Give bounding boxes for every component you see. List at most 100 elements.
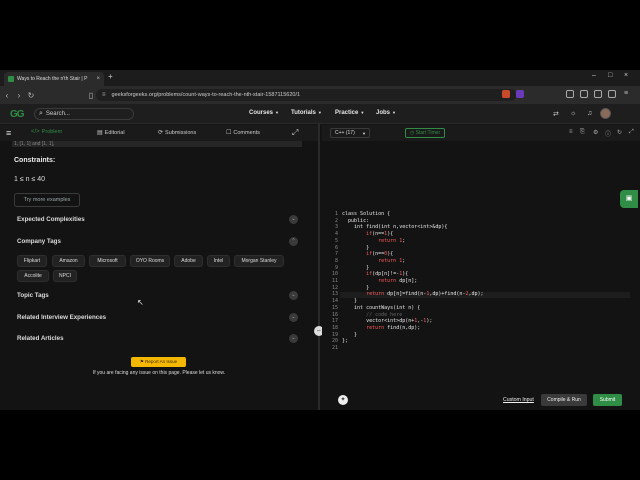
brave-shield-icon[interactable] xyxy=(502,90,510,98)
line-number: 20 xyxy=(331,338,338,345)
chevron-up-icon[interactable]: ⌃ xyxy=(289,237,298,246)
nav-courses[interactable]: Courses ▼ xyxy=(249,110,279,116)
search-icon: ⌕ xyxy=(39,110,43,117)
company-tag[interactable]: Flipkart xyxy=(17,255,47,267)
menu-icon[interactable]: ≡ xyxy=(624,90,632,98)
back-icon[interactable]: ‹ xyxy=(2,91,12,100)
tab-comments-label: Comments xyxy=(233,129,260,136)
line-number: 2 xyxy=(334,217,338,224)
tab-problem[interactable]: </> Problem xyxy=(31,129,62,135)
tab-title: Ways to Reach the n'th Stair | P xyxy=(17,76,88,82)
section-company-tags[interactable]: Company Tags xyxy=(17,238,61,245)
avatar[interactable] xyxy=(600,108,611,119)
forward-icon[interactable]: › xyxy=(14,91,24,100)
chevron-down-icon[interactable]: ⌄ xyxy=(289,334,298,343)
extensions-icon[interactable] xyxy=(566,90,574,98)
company-tag[interactable]: Adobe xyxy=(174,255,203,267)
lightbulb-icon[interactable]: ✦ xyxy=(338,395,348,405)
code-editor[interactable]: 1 2 3 4 5 6 7 8 9 10 11 12 13 14 15 16 17 18 19 20 21 class … xyxy=(322,141,632,391)
company-tag[interactable]: OYO Rooms xyxy=(130,255,170,267)
maximize-button[interactable]: □ xyxy=(608,72,612,79)
settings-icon[interactable]: ⚙ xyxy=(593,129,598,136)
fullscreen-icon[interactable]: ⤢ xyxy=(292,128,298,138)
minimize-button[interactable]: – xyxy=(592,72,596,79)
company-tag[interactable]: Microsoft xyxy=(89,255,126,267)
brave-rewards-icon[interactable] xyxy=(516,90,524,98)
panel-divider[interactable] xyxy=(318,124,320,410)
line-number: 10 xyxy=(331,271,338,278)
close-window-button[interactable]: × xyxy=(624,72,628,79)
section-expected-complexities[interactable]: Expected Complexities xyxy=(17,216,85,223)
timer-label: Start Timer xyxy=(415,130,441,136)
problem-toolbar: ≡ </> Problem ▤ Editorial ⟳ Submissions ☐ Co… xyxy=(0,125,318,141)
translate-icon[interactable]: ⇄ xyxy=(553,110,559,118)
company-tag[interactable]: NPCI xyxy=(53,270,77,282)
submit-button[interactable]: Submit xyxy=(593,394,622,406)
section-topic-tags[interactable]: Topic Tags xyxy=(17,292,49,299)
chevron-down-icon: ▼ xyxy=(362,131,366,136)
nav-jobs[interactable]: Jobs ▼ xyxy=(376,110,396,116)
tab-bar: Ways to Reach the n'th Stair | P × + – □… xyxy=(0,70,640,86)
sidebar-icon[interactable] xyxy=(580,90,588,98)
bookmark-icon[interactable]: ▯ xyxy=(86,91,96,100)
company-tag[interactable]: Accolite xyxy=(17,270,49,282)
close-tab-icon[interactable]: × xyxy=(96,76,100,82)
notification-bell-icon[interactable]: ♫ xyxy=(587,110,592,117)
theme-toggle-icon[interactable]: ☼ xyxy=(570,110,576,117)
list-icon[interactable]: ≡ xyxy=(569,129,573,135)
company-tag[interactable]: Amazon xyxy=(52,255,85,267)
chevron-down-icon[interactable]: ⌄ xyxy=(289,313,298,322)
chat-icon[interactable]: ▣ xyxy=(620,190,638,208)
gfg-logo[interactable]: GG xyxy=(10,109,25,120)
fullscreen-icon[interactable]: ⤢ xyxy=(629,129,634,136)
line-number: 13 xyxy=(331,291,338,298)
report-note: If you are facing any issue on this page… xyxy=(92,370,226,376)
browser-tab[interactable]: Ways to Reach the n'th Stair | P × xyxy=(4,72,104,86)
chevron-down-icon[interactable]: ⌄ xyxy=(289,291,298,300)
url-field[interactable]: ≡ geeksforgeeks.org/problems/count-ways-… xyxy=(96,89,516,101)
download-icon[interactable] xyxy=(608,90,616,98)
language-select[interactable]: C++ (17) ▼ xyxy=(330,128,370,138)
tab-submissions[interactable]: ⟳ Submissions xyxy=(158,129,197,137)
new-tab-button[interactable]: + xyxy=(108,72,113,81)
compile-run-button[interactable]: Compile & Run xyxy=(541,394,587,406)
company-tag[interactable]: Intel xyxy=(207,255,230,267)
search-input[interactable]: ⌕ Search... xyxy=(34,108,134,120)
tab-submissions-label: Submissions xyxy=(165,129,197,136)
example-text: 1, [1, 1] and [1, 1], xyxy=(14,141,55,147)
gfg-favicon-icon xyxy=(8,76,14,82)
start-timer-button[interactable]: ◷ Start Timer xyxy=(405,128,445,138)
line-number: 8 xyxy=(334,257,338,264)
hamburger-menu-icon[interactable]: ≡ xyxy=(6,128,11,138)
try-more-examples-button[interactable]: Try more examples xyxy=(14,193,80,207)
code-content[interactable]: class Solution { public: int find(int n,… xyxy=(342,211,484,345)
mouse-cursor-icon: ↖ xyxy=(137,298,144,307)
line-number: 18 xyxy=(331,324,338,331)
comments-icon: ☐ xyxy=(226,130,232,136)
line-number: 11 xyxy=(331,278,338,284)
line-gutter: 1 2 3 4 5 6 7 8 9 10 11 12 13 14 15 16 17 18 19 20 21 xyxy=(322,141,340,391)
section-related-articles[interactable]: Related Articles xyxy=(17,335,64,342)
tab-editorial[interactable]: ▤ Editorial xyxy=(97,129,125,137)
wallet-icon[interactable] xyxy=(594,90,602,98)
search-placeholder: Search... xyxy=(45,111,70,117)
reset-icon[interactable]: ↻ xyxy=(617,129,622,136)
line-number: 5 xyxy=(334,237,338,244)
custom-input-link[interactable]: Custom Input xyxy=(503,397,534,403)
nav-tutorials[interactable]: Tutorials ▼ xyxy=(291,110,322,116)
copy-icon[interactable]: ⎘ xyxy=(580,129,585,136)
reload-icon[interactable]: ↻ xyxy=(26,91,36,100)
site-info-icon[interactable]: ≡ xyxy=(102,92,106,98)
example-box: 1, [1, 1] and [1, 1], xyxy=(12,141,302,147)
chevron-down-icon[interactable]: ⌄ xyxy=(289,215,298,224)
company-tag[interactable]: Morgan Stanley xyxy=(234,255,284,267)
chevron-down-icon: ▼ xyxy=(317,110,322,115)
site-header: GG ⌕ Search... Courses ▼ Tutorials ▼ Pract… xyxy=(0,104,640,124)
section-related-interview-experiences[interactable]: Related Interview Experiences xyxy=(17,314,106,321)
nav-courses-label: Courses xyxy=(249,110,274,116)
tab-comments[interactable]: ☐ Comments xyxy=(226,129,260,137)
nav-practice[interactable]: Practice ▼ xyxy=(335,110,364,116)
report-issue-button[interactable]: ⚑ Report An Issue xyxy=(131,357,186,367)
line-number: 1 xyxy=(334,211,338,217)
info-icon[interactable]: ⓘ xyxy=(605,129,611,138)
